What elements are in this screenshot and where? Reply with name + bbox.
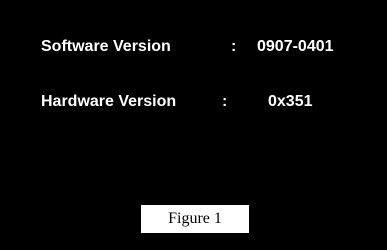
software-version-label: Software Version <box>41 38 171 55</box>
software-version-separator: : <box>231 38 237 55</box>
software-version-value: 0907-0401 <box>257 38 334 55</box>
hardware-version-separator: : <box>222 93 228 110</box>
hardware-version-value: 0x351 <box>268 93 313 110</box>
hardware-version-label: Hardware Version <box>41 93 177 110</box>
version-info-screen: Software Version : 0907-0401 Hardware Ve… <box>0 0 387 250</box>
figure-caption: Figure 1 <box>141 205 249 233</box>
